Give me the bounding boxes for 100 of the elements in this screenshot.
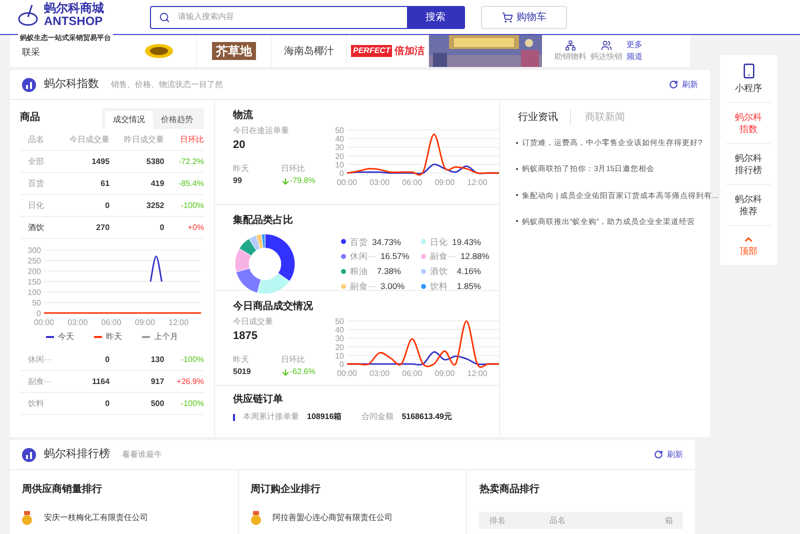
axis-label: 03:00 bbox=[370, 178, 390, 187]
legend-label: 酒饮 bbox=[430, 265, 449, 278]
section-title: 热卖商品排行 bbox=[479, 482, 540, 497]
section-title: 集配品类占比 bbox=[233, 214, 294, 228]
axis-label: 200 bbox=[28, 267, 41, 276]
section-title: 周订购企业排行 bbox=[250, 482, 322, 497]
logo-title: 蚂尔科商城 bbox=[44, 2, 104, 14]
sidebar-item[interactable]: 小程序 bbox=[726, 55, 771, 103]
change-value: -100% bbox=[180, 200, 204, 212]
company-name: 安庆一枝梅化工有限责任公司 bbox=[44, 512, 148, 524]
axis-label: 20 bbox=[335, 152, 344, 161]
stat-value: 108916箱 bbox=[307, 411, 342, 423]
section-title: 供应链订单 bbox=[233, 392, 284, 407]
medal-icon bbox=[250, 511, 261, 525]
metric-value: 5019 bbox=[233, 366, 252, 378]
refresh-icon bbox=[669, 80, 678, 89]
sidebar-item[interactable]: 蚂尔科推荐 bbox=[726, 185, 771, 226]
refresh-button[interactable]: 刷新 bbox=[654, 448, 683, 460]
column-header: 今日成交量 bbox=[68, 134, 110, 146]
sidebar-item[interactable]: 蚂尔科排行榜 bbox=[726, 144, 771, 185]
goods-name: 休闲··· bbox=[27, 354, 53, 366]
stat-label: 本周累计接单量 bbox=[243, 411, 299, 423]
change-value: -72.2% bbox=[178, 156, 204, 168]
brand-logo: 倍加洁 bbox=[394, 44, 424, 58]
goods-name: 酒饮 bbox=[27, 222, 45, 234]
tab[interactable]: 成交情况 bbox=[105, 111, 153, 129]
table-cell-text: 5380 bbox=[145, 156, 164, 168]
axis-label: 100 bbox=[28, 288, 41, 297]
sidebar-item[interactable]: 蚂尔科指数 bbox=[726, 103, 771, 144]
axis-label: 50 bbox=[32, 298, 41, 308]
section-label: 联采 bbox=[22, 46, 41, 58]
stat-value: 5168613.49元 bbox=[402, 411, 452, 423]
panel-subtitle: 销售、价格、物流状态一目了然 bbox=[111, 78, 223, 90]
axis-label: 40 bbox=[335, 134, 344, 144]
change-value: +0% bbox=[186, 222, 204, 234]
legend-value: 1.85% bbox=[456, 280, 481, 292]
legend-label: 副食··· bbox=[350, 280, 376, 292]
legend-value: 3.00% bbox=[380, 280, 405, 292]
section-title: 周供应商销量排行 bbox=[22, 482, 103, 497]
column-header: 品名 bbox=[549, 514, 566, 526]
legend-label: 休闲··· bbox=[350, 250, 376, 263]
axis-label: 00:00 bbox=[337, 369, 358, 378]
axis-label: 12:00 bbox=[168, 318, 189, 327]
search-button[interactable]: 搜索 bbox=[407, 6, 464, 28]
change-value: -62.6% bbox=[290, 366, 316, 378]
column-header: 昨日成交量 bbox=[123, 134, 164, 146]
legend-label: 粮油 bbox=[350, 265, 369, 278]
legend-value: 34.73% bbox=[372, 236, 401, 248]
axis-label: 03:00 bbox=[370, 369, 390, 378]
column-header: 箱 bbox=[665, 514, 674, 526]
table-cell-text: 3252 bbox=[145, 200, 164, 212]
axis-label: 10 bbox=[335, 351, 344, 360]
axis-label: 12:00 bbox=[468, 369, 488, 378]
axis-label: 10 bbox=[335, 160, 344, 170]
down-arrow-icon bbox=[281, 368, 290, 376]
axis-label: 250 bbox=[28, 256, 41, 266]
axis-label: 06:00 bbox=[101, 318, 122, 327]
axis-label: 06:00 bbox=[402, 178, 423, 187]
sidebar-item[interactable]: 顶部 bbox=[726, 226, 771, 265]
brand-logo: 芥草地 bbox=[212, 42, 256, 60]
axis-label: 06:00 bbox=[402, 369, 423, 378]
search-field[interactable]: 请输入搜索内容 搜索 bbox=[150, 6, 465, 28]
panel-logo-icon bbox=[22, 78, 36, 92]
section-title: 物流 bbox=[233, 108, 254, 123]
table-cell-text: 419 bbox=[150, 178, 164, 190]
legend-label: 上个月 bbox=[154, 331, 178, 343]
axis-label: 20 bbox=[335, 342, 344, 352]
axis-label: 30 bbox=[335, 334, 344, 344]
section-title: 商品 bbox=[20, 110, 40, 125]
change-value: +26.9% bbox=[176, 376, 204, 388]
metric-value: 99 bbox=[233, 175, 243, 187]
table-cell-text: 1164 bbox=[91, 376, 110, 388]
column-header: 排名 bbox=[489, 514, 506, 526]
table-cell-text: 270 bbox=[95, 222, 110, 234]
accent-bar bbox=[233, 414, 235, 420]
legend-value: 4.16% bbox=[456, 265, 481, 278]
axis-label: 0 bbox=[340, 360, 344, 369]
cart-button[interactable]: 购物车 bbox=[481, 6, 567, 28]
panel-title: 蚂尔科排行榜 bbox=[44, 447, 110, 462]
metric-label: 昨天 bbox=[233, 163, 250, 175]
cart-icon bbox=[502, 12, 512, 22]
legend-label: 饮料 bbox=[430, 280, 449, 292]
brand-logo-icon bbox=[144, 43, 174, 59]
table-cell-text: 130 bbox=[150, 354, 164, 366]
tab[interactable]: 行业资讯 bbox=[516, 110, 571, 125]
table-cell-text: 0 bbox=[158, 222, 164, 234]
metric-value: 20 bbox=[233, 138, 246, 153]
axis-label: 00:00 bbox=[34, 318, 54, 327]
axis-label: 09:00 bbox=[435, 369, 456, 378]
metric-label: 今日在途运单量 bbox=[233, 125, 290, 137]
metric-value: 1875 bbox=[233, 329, 258, 344]
axis-label: 0 bbox=[340, 169, 344, 178]
tab[interactable]: 价格趋势 bbox=[153, 111, 201, 129]
table-cell-text: 917 bbox=[150, 376, 164, 388]
network-icon bbox=[564, 40, 576, 50]
more-link[interactable]: 更多频道 bbox=[626, 39, 644, 63]
column-header: 日环比 bbox=[179, 134, 204, 146]
stat-label: 合同金额 bbox=[362, 411, 394, 423]
legend-label: 百货 bbox=[350, 236, 368, 248]
refresh-button[interactable]: 刷新 bbox=[669, 78, 698, 90]
